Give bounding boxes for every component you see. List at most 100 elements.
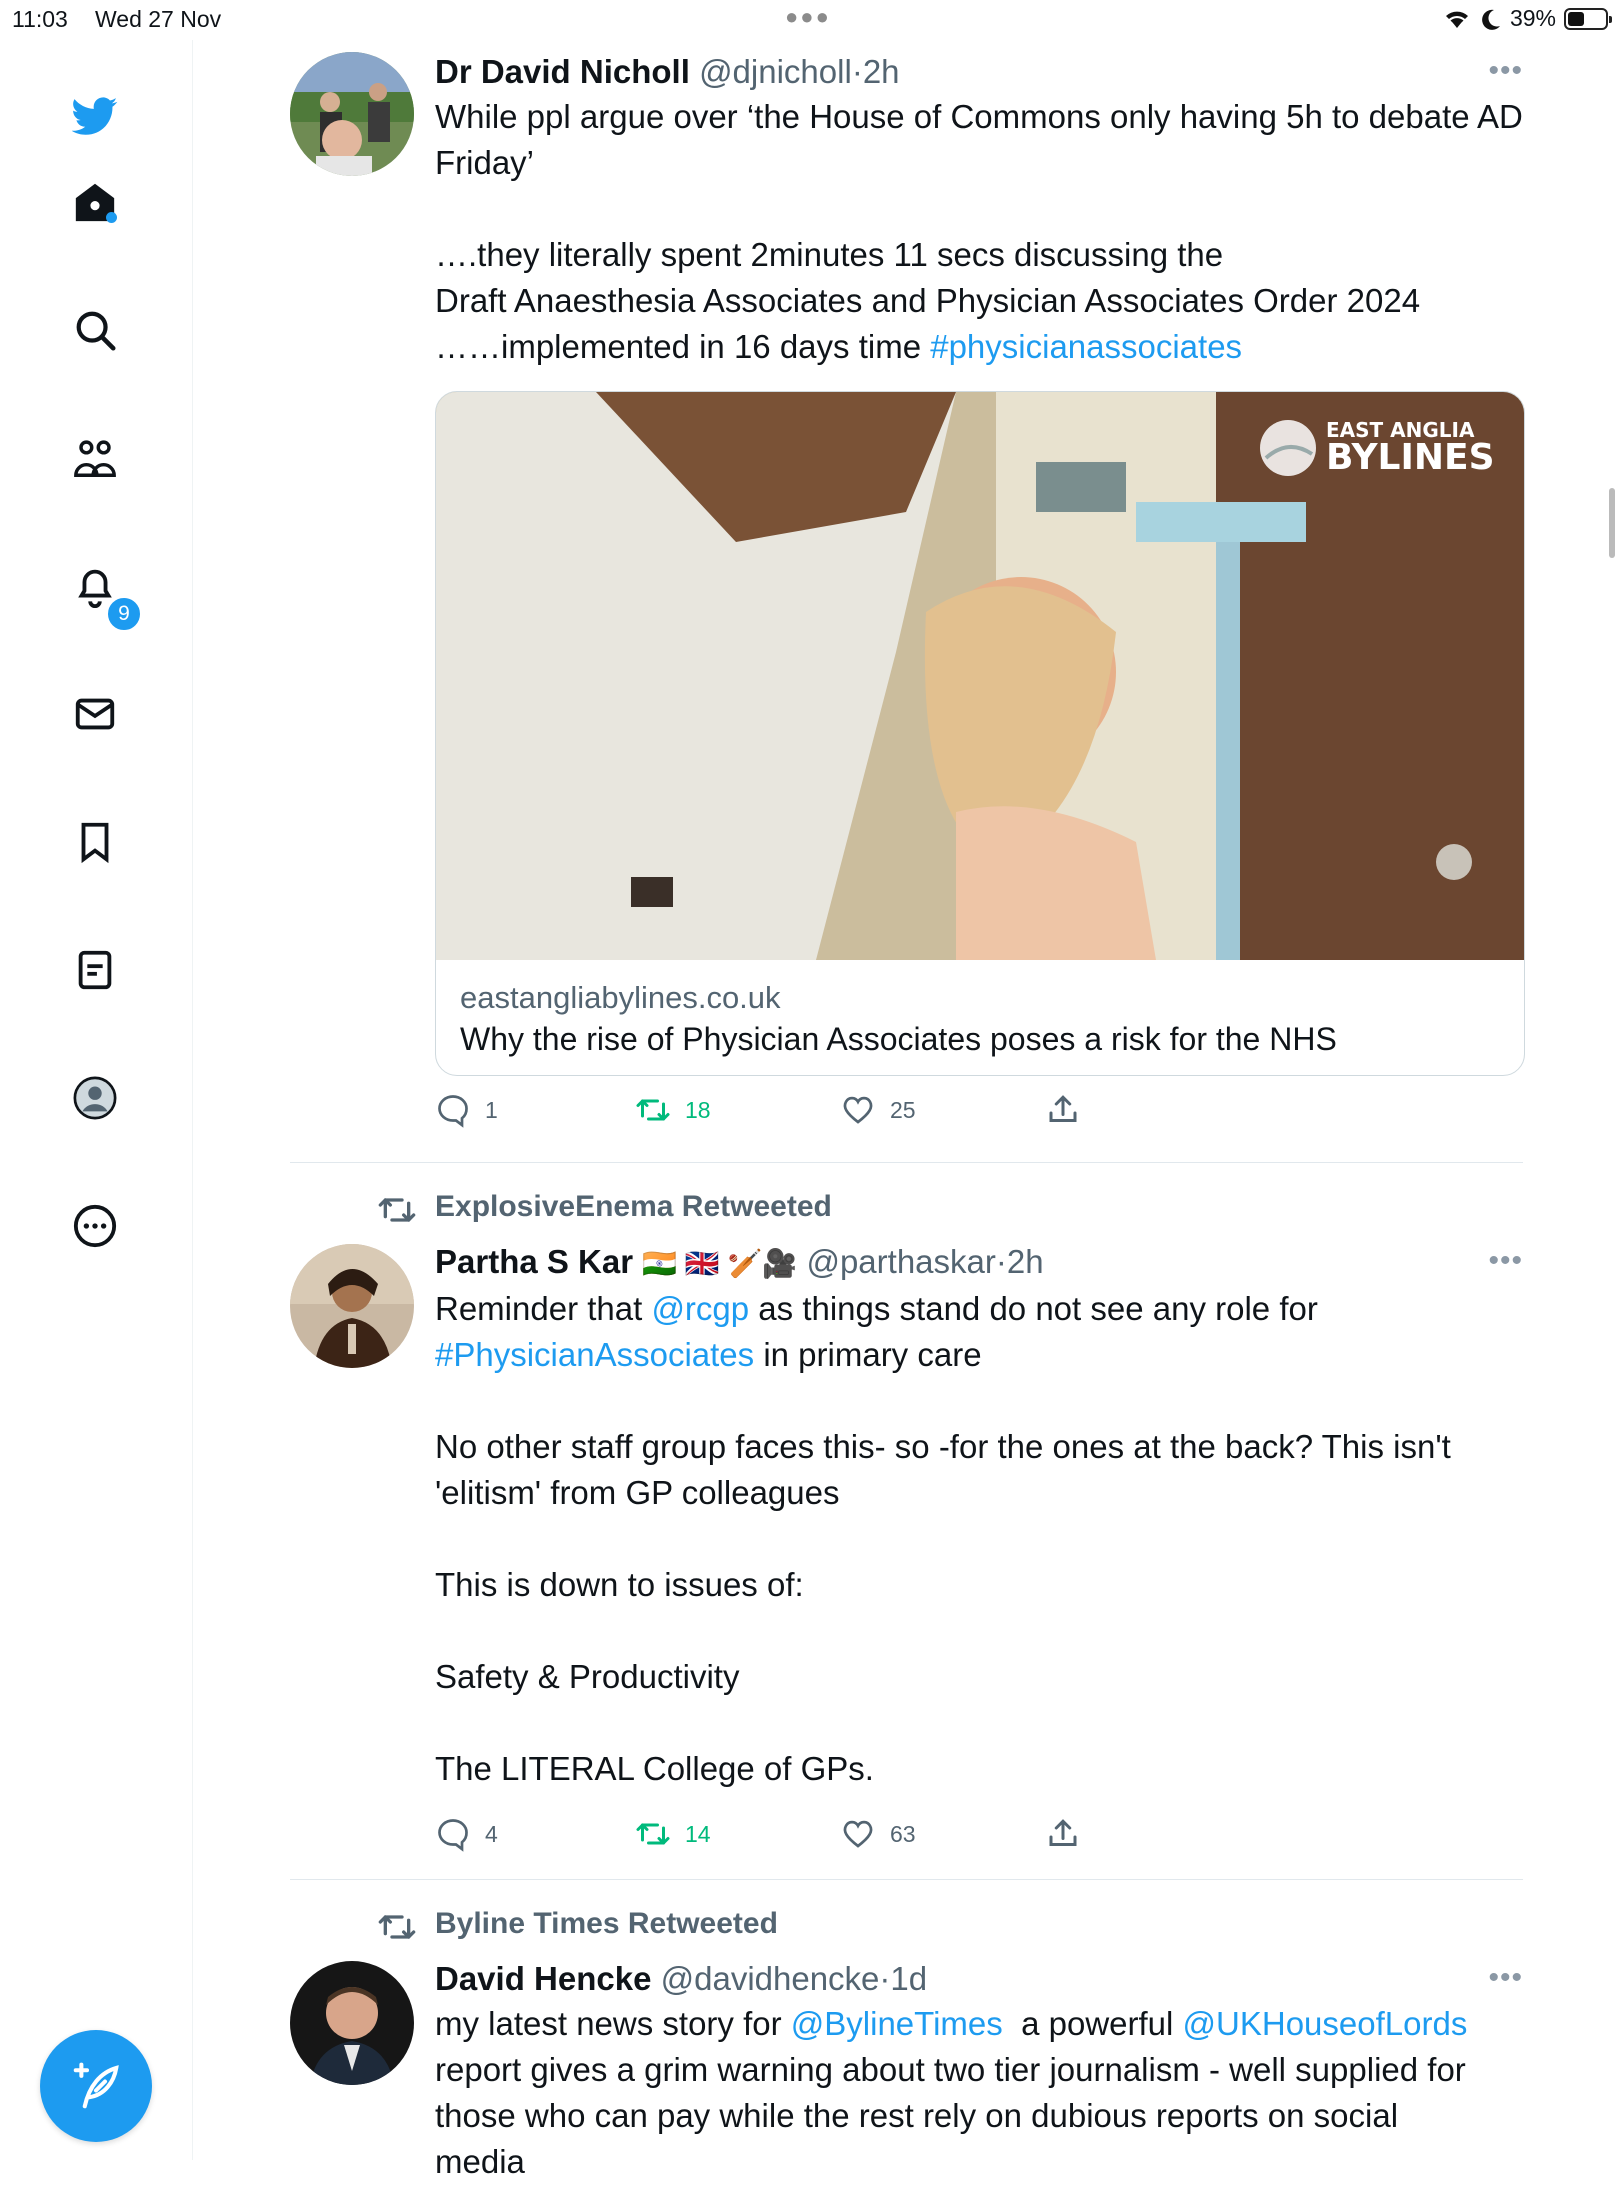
author-name[interactable]: Dr David Nicholl — [435, 53, 690, 90]
battery-icon — [1564, 7, 1612, 30]
avatar[interactable] — [290, 1961, 414, 2085]
retweet-button[interactable]: 14 — [635, 1816, 711, 1852]
logo-line-2: BYLINES — [1326, 437, 1495, 478]
east-anglia-bylines-logo: EAST ANGLIA BYLINES — [1258, 418, 1495, 478]
tweet-body: Dr David Nicholl @djnicholl·2h While ppl… — [435, 50, 1523, 370]
reply-icon — [438, 1819, 468, 1852]
tweet-text-line: ….they literally spent 2minutes 11 secs … — [435, 236, 1224, 273]
tweet-text-span: ……implemented in 16 days time — [435, 328, 931, 365]
tweet-text-span: as things stand do not see any role for — [749, 1290, 1318, 1327]
status-time: 11:03 — [12, 6, 68, 32]
tweet-text: Reminder that @rcgp as things stand do n… — [435, 1286, 1523, 1792]
author-name[interactable]: David Hencke — [435, 1960, 651, 1997]
communities-icon[interactable] — [67, 430, 123, 486]
tweet-text-line: Safety & Productivity — [435, 1658, 740, 1695]
tweet-text-span: my latest news story for — [435, 2005, 791, 2042]
status-bar: 11:03 Wed 27 Nov ●●● 39% — [0, 0, 1620, 40]
tweet-time[interactable]: 2h — [863, 53, 900, 90]
tweet-actions: 1 18 25 — [435, 1092, 1135, 1132]
tweet-body: David Hencke @davidhencke·1d my latest n… — [435, 1957, 1523, 2185]
tweet-text-line: #PhysicianAssociates in primary care — [435, 1332, 1523, 1378]
retweet-count: 18 — [685, 1096, 711, 1123]
home-unread-dot — [106, 212, 117, 223]
tweet-text-line: While ppl argue over ‘the House of Commo… — [435, 98, 1523, 181]
compose-feather-icon — [73, 2062, 119, 2109]
status-date: Wed 27 Nov — [95, 6, 222, 32]
retweeted-by[interactable]: ExplosiveEnema Retweeted — [378, 1190, 832, 1224]
more-icon[interactable]: ••• — [1488, 1244, 1523, 1278]
multitasking-dots-icon[interactable]: ●●● — [785, 4, 831, 30]
tweet-text-line: The LITERAL College of GPs. — [435, 1750, 874, 1787]
author-name[interactable]: Partha S Kar — [435, 1243, 633, 1280]
author-handle[interactable]: @davidhencke — [661, 1960, 880, 1997]
like-count: 63 — [890, 1820, 916, 1847]
tweet-text-line: No other staff group faces this- so -for… — [435, 1428, 1451, 1511]
tweet-time[interactable]: 2h — [1007, 1243, 1044, 1280]
card-title: Why the rise of Physician Associates pos… — [460, 1021, 1337, 1057]
retweeted-by[interactable]: Byline Times Retweeted — [378, 1907, 778, 1941]
status-right: 39% — [1442, 5, 1612, 32]
author-name-emoji: 🇮🇳 🇬🇧 🏏🎥 — [642, 1248, 798, 1279]
tweet-actions: 4 14 63 — [435, 1816, 1135, 1856]
avatar[interactable] — [290, 1244, 414, 1368]
profile-avatar-icon[interactable] — [67, 1070, 123, 1126]
mention-link[interactable]: @BylineTimes — [791, 2005, 1003, 2042]
retweet-count: 14 — [685, 1820, 711, 1847]
battery-percent: 39% — [1509, 5, 1556, 31]
share-button[interactable] — [1045, 1092, 1081, 1128]
card-meta: eastangliabylines.co.uk Why the rise of … — [436, 960, 1524, 1075]
tweet-text: my latest news story for @BylineTimes a … — [435, 2001, 1523, 2185]
like-button[interactable]: 63 — [840, 1816, 916, 1852]
heart-icon — [843, 1096, 873, 1124]
tweet-divider — [290, 1162, 1523, 1163]
tweet-header: Partha S Kar 🇮🇳 🇬🇧 🏏🎥 @parthaskar·2h — [435, 1240, 1523, 1286]
time-separator: · — [851, 53, 863, 90]
tweet-text-line: Draft Anaesthesia Associates and Physici… — [435, 282, 1421, 319]
reply-button[interactable]: 4 — [435, 1816, 498, 1852]
share-icon — [1049, 1095, 1077, 1122]
like-button[interactable]: 25 — [840, 1092, 916, 1128]
retweeted-by-label: Byline Times Retweeted — [435, 1907, 778, 1940]
twitter-logo-icon[interactable] — [67, 88, 123, 144]
sidebar: 9 — [0, 40, 193, 2160]
compose-tweet-button[interactable] — [40, 2030, 152, 2142]
wifi-icon — [1445, 11, 1468, 28]
tweet-text-line: report gives a grim warning about two ti… — [435, 2051, 1466, 2134]
scrollbar[interactable] — [1609, 488, 1615, 558]
tweet-text-line: Reminder that @rcgp as things stand do n… — [435, 1286, 1523, 1332]
more-icon[interactable]: ••• — [1488, 1961, 1523, 1995]
time-separator: · — [879, 1960, 891, 1997]
tweet-time[interactable]: 1d — [890, 1960, 927, 1997]
lists-icon[interactable] — [67, 942, 123, 998]
tweet-text-line: This is down to issues of: — [435, 1566, 804, 1603]
mention-link[interactable]: @UKHouseofLords — [1183, 2005, 1468, 2042]
mention-link[interactable]: @rcgp — [651, 1290, 749, 1327]
link-card[interactable]: EAST ANGLIA BYLINES eastangliabylines.co… — [435, 391, 1525, 1076]
reply-button[interactable]: 1 — [435, 1092, 498, 1128]
hashtag-link[interactable]: #PhysicianAssociates — [435, 1336, 754, 1373]
more-icon[interactable]: ••• — [1488, 54, 1523, 88]
notifications-badge: 9 — [106, 596, 142, 632]
retweeted-icon — [378, 1915, 416, 1939]
more-options-icon[interactable] — [67, 1198, 123, 1254]
card-image: EAST ANGLIA BYLINES — [436, 392, 1524, 960]
heart-icon — [843, 1820, 873, 1848]
search-icon[interactable] — [67, 302, 123, 358]
bookmark-icon[interactable] — [67, 814, 123, 870]
tweet-body: Partha S Kar 🇮🇳 🇬🇧 🏏🎥 @parthaskar·2h Rem… — [435, 1240, 1523, 1792]
tweet-divider — [290, 1879, 1523, 1880]
author-handle[interactable]: @parthaskar — [806, 1243, 995, 1280]
tweet-text-line: media — [435, 2143, 525, 2180]
avatar[interactable] — [290, 52, 414, 176]
retweet-icon — [636, 1823, 670, 1845]
retweet-button[interactable]: 18 — [635, 1092, 711, 1128]
reply-icon — [438, 1095, 468, 1128]
share-button[interactable] — [1045, 1816, 1081, 1852]
retweeted-icon — [378, 1198, 416, 1222]
time-separator: · — [995, 1243, 1007, 1280]
author-handle[interactable]: @djnicholl — [699, 53, 852, 90]
messages-mail-icon[interactable] — [67, 686, 123, 742]
hashtag-link[interactable]: #physicianassociates — [930, 328, 1242, 365]
tweet-text-span: a powerful — [1002, 2005, 1183, 2042]
moon-icon — [1482, 9, 1500, 30]
